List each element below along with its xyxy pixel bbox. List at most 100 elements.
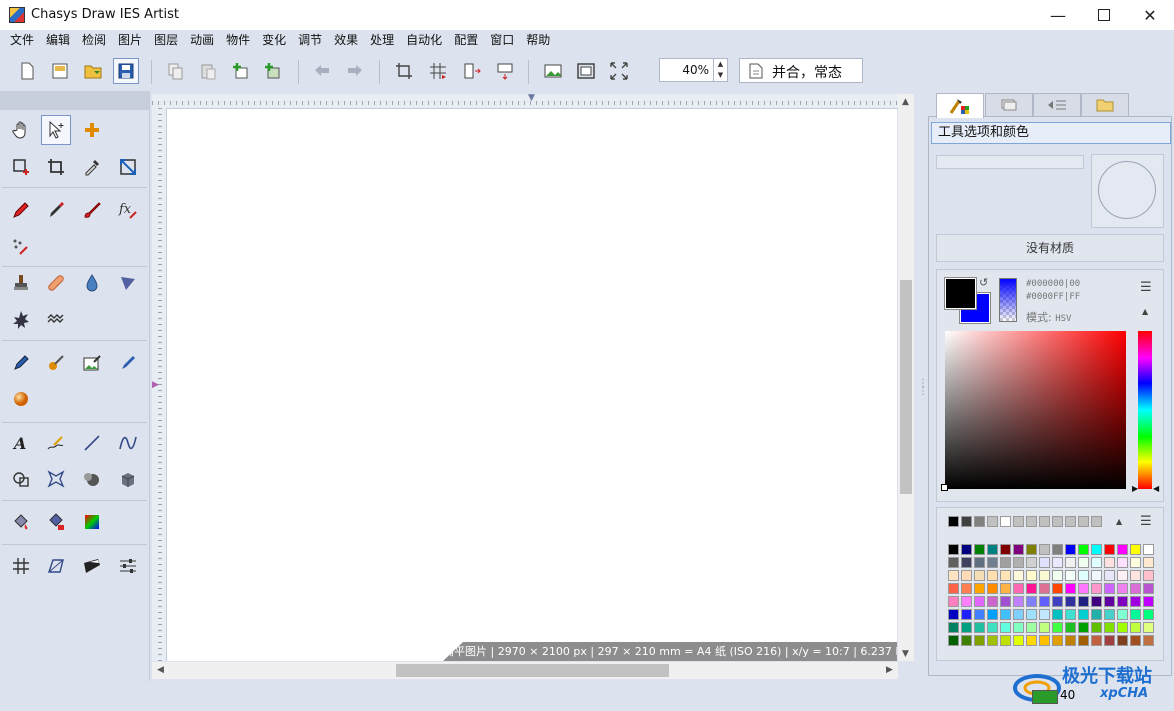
tool-perspective[interactable] — [41, 551, 71, 581]
copy-button[interactable] — [162, 58, 188, 84]
palette-swatch[interactable] — [961, 622, 972, 633]
tool-brush[interactable] — [77, 195, 107, 225]
palette-swatch[interactable] — [974, 570, 985, 581]
palette-swatch[interactable] — [1026, 609, 1037, 620]
palette-swatch[interactable] — [1130, 622, 1141, 633]
palette-swatch[interactable] — [1104, 609, 1115, 620]
tool-crop[interactable] — [41, 152, 71, 182]
palette-swatch[interactable] — [987, 596, 998, 607]
tool-image-brush[interactable] — [77, 348, 107, 378]
tool-fill[interactable] — [6, 507, 36, 537]
maximize-button[interactable] — [1081, 0, 1127, 30]
palette-swatch[interactable] — [1039, 557, 1050, 568]
palette-swatch[interactable] — [1065, 635, 1076, 646]
palette-swatch[interactable] — [987, 583, 998, 594]
palette-swatch[interactable] — [1091, 544, 1102, 555]
palette-swatch[interactable] — [1039, 544, 1050, 555]
palette-swatch[interactable] — [1065, 557, 1076, 568]
palette-swatch[interactable] — [1039, 622, 1050, 633]
palette-swatch[interactable] — [974, 557, 985, 568]
saturation-value-picker[interactable] — [945, 331, 1126, 489]
palette-swatch[interactable] — [987, 622, 998, 633]
palette-swatch[interactable] — [948, 544, 959, 555]
palette-swatch[interactable] — [1000, 622, 1011, 633]
palette-swatch[interactable] — [1065, 583, 1076, 594]
palette-swatch[interactable] — [1052, 635, 1063, 646]
palette-swatch[interactable] — [1039, 609, 1050, 620]
palette-swatch[interactable] — [948, 557, 959, 568]
palette-swatch[interactable] — [1039, 570, 1050, 581]
close-button[interactable]: ✕ — [1127, 0, 1173, 30]
palette-swatch[interactable] — [1013, 596, 1024, 607]
zoom-stepper[interactable]: ▲ ▼ — [714, 58, 728, 82]
grid-button[interactable] — [425, 58, 451, 84]
fit-mode-button[interactable]: 并合，常态 — [739, 58, 863, 83]
tool-curve[interactable] — [113, 428, 143, 458]
palette-swatch[interactable] — [974, 622, 985, 633]
open-button[interactable] — [80, 58, 106, 84]
palette-swatch[interactable] — [987, 609, 998, 620]
brush-slot-bar[interactable] — [936, 155, 1084, 169]
palette-swatch[interactable] — [1130, 544, 1141, 555]
palette-swatch[interactable] — [1000, 596, 1011, 607]
menu-help[interactable]: 帮助 — [520, 30, 556, 51]
palette-swatch[interactable] — [1104, 557, 1115, 568]
palette-swatch[interactable] — [1130, 557, 1141, 568]
tool-sphere[interactable] — [6, 384, 36, 414]
palette-swatch[interactable] — [1091, 596, 1102, 607]
tool-scatter[interactable] — [6, 232, 36, 262]
palette-swatch[interactable] — [1052, 557, 1063, 568]
recent-color-swatch[interactable] — [1052, 516, 1063, 527]
palette-swatch[interactable] — [1130, 570, 1141, 581]
palette-swatch[interactable] — [987, 557, 998, 568]
palette-swatch[interactable] — [974, 596, 985, 607]
menu-adjust[interactable]: 调节 — [292, 30, 328, 51]
horizontal-scroll-thumb[interactable] — [396, 664, 669, 677]
palette-swatch[interactable] — [961, 609, 972, 620]
panel-splitter[interactable]: ⋮ ⋮ — [918, 379, 928, 410]
tool-pan[interactable] — [6, 115, 36, 145]
palette-swatch[interactable] — [1052, 622, 1063, 633]
tool-smudge[interactable] — [41, 304, 71, 334]
palette-swatch[interactable] — [1091, 570, 1102, 581]
new-from-template-button[interactable] — [47, 58, 73, 84]
tool-gradient-fill[interactable] — [41, 507, 71, 537]
palette-swatch[interactable] — [987, 544, 998, 555]
menu-effects[interactable]: 效果 — [328, 30, 364, 51]
palette-collapse-icon[interactable]: ▲ — [1116, 517, 1122, 526]
palette-swatch[interactable] — [1000, 570, 1011, 581]
palette-swatch[interactable] — [974, 635, 985, 646]
palette-swatch[interactable] — [1013, 635, 1024, 646]
palette-swatch[interactable] — [1104, 596, 1115, 607]
tab-tool-options[interactable] — [936, 93, 984, 118]
palette-swatch[interactable] — [1000, 557, 1011, 568]
palette-swatch[interactable] — [1078, 570, 1089, 581]
palette-swatch[interactable] — [1078, 557, 1089, 568]
palette-swatch[interactable] — [1013, 570, 1024, 581]
palette-swatch[interactable] — [1104, 544, 1115, 555]
palette-swatch[interactable] — [1091, 609, 1102, 620]
tool-crosshair[interactable] — [77, 115, 107, 145]
palette-swatch[interactable] — [1117, 544, 1128, 555]
palette-swatch[interactable] — [1052, 583, 1063, 594]
add-layer-button[interactable] — [228, 58, 254, 84]
palette-swatch[interactable] — [1065, 596, 1076, 607]
palette-swatch[interactable] — [1013, 557, 1024, 568]
palette-swatch[interactable] — [1039, 596, 1050, 607]
palette-swatch[interactable] — [961, 596, 972, 607]
scroll-right-icon[interactable]: ▶ — [886, 665, 893, 675]
add-image-layer-button[interactable] — [260, 58, 286, 84]
palette-swatch[interactable] — [1143, 557, 1154, 568]
tool-splatter[interactable] — [6, 304, 36, 334]
palette-swatch[interactable] — [1065, 622, 1076, 633]
tool-warp[interactable] — [41, 464, 71, 494]
palette-swatch[interactable] — [987, 635, 998, 646]
tool-effects-brush[interactable]: fx — [113, 195, 143, 225]
palette-swatch[interactable] — [948, 635, 959, 646]
palette-swatch[interactable] — [1117, 583, 1128, 594]
save-button[interactable] — [113, 58, 139, 84]
palette-swatch[interactable] — [1013, 583, 1024, 594]
material-selector[interactable]: 没有材质 — [936, 234, 1164, 262]
tool-healing[interactable] — [41, 268, 71, 298]
menu-edit[interactable]: 编辑 — [40, 30, 76, 51]
